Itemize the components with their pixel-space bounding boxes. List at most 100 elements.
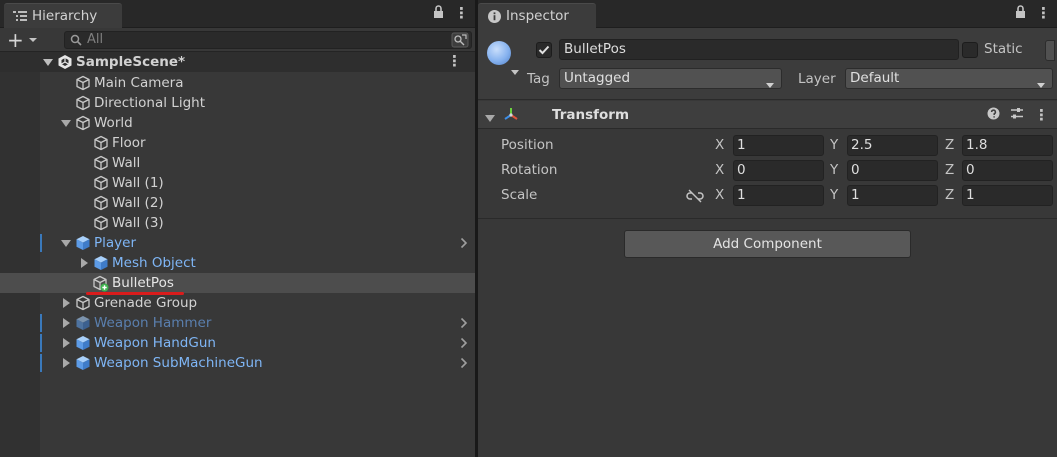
add-component-button[interactable]: Add Component [624,230,911,258]
list-item[interactable]: Weapon HandGun [0,333,475,353]
list-item[interactable]: Wall (2) [0,193,475,213]
gameobject-cube-icon [74,75,91,92]
rotation-label[interactable]: Rotation [501,162,557,178]
expand-arrow-icon[interactable] [60,297,72,309]
prefab-cube-icon [74,235,91,252]
expand-arrow-icon[interactable] [60,317,72,329]
foldout-arrow-icon[interactable] [485,111,495,127]
expand-arrow-icon[interactable] [60,237,72,249]
hierarchy-tree: SampleScene* ⋮ Main Camera Directional L… [0,52,475,457]
rotation-y-field[interactable]: 0 [847,160,938,181]
list-item[interactable]: Weapon Hammer [0,313,475,333]
tab-inspector[interactable]: Inspector [478,3,596,28]
rotation-z-field[interactable]: 0 [962,160,1053,181]
hierarchy-menu-icon[interactable]: ⋮ [454,6,469,21]
tag-dropdown[interactable]: Untagged [559,68,782,89]
axis-z-label[interactable]: Z [945,187,954,203]
axis-x-label[interactable]: X [715,137,724,153]
item-label: Mesh Object [112,255,196,271]
axis-z-label[interactable]: Z [945,162,954,178]
tag-value: Untagged [564,70,631,86]
axis-y-label[interactable]: Y [830,187,838,203]
list-item[interactable]: Grenade Group [0,293,475,313]
scale-label[interactable]: Scale [501,187,537,203]
search-placeholder: All [87,32,104,47]
axis-x-label[interactable]: X [715,187,724,203]
axis-y-label[interactable]: Y [830,137,838,153]
axis-z-label[interactable]: Z [945,137,954,153]
list-item[interactable]: Wall (3) [0,213,475,233]
tab-hierarchy[interactable]: Hierarchy [4,3,122,28]
lock-icon[interactable] [1015,5,1026,22]
position-y-field[interactable]: 2.5 [847,135,938,156]
rotation-row: Rotation X 0 Y 0 Z 0 [478,159,1057,183]
list-item[interactable]: Floor [0,133,475,153]
list-item[interactable]: Weapon SubMachineGun [0,353,475,373]
item-label: Wall [112,155,141,171]
axis-x-label[interactable]: X [715,162,724,178]
scale-y-field[interactable]: 1 [847,185,938,206]
active-checkbox[interactable] [536,42,552,58]
component-menu-icon[interactable]: ⋮ [1034,108,1049,123]
item-label: Wall (2) [112,195,164,211]
position-label[interactable]: Position [501,137,554,153]
item-label: Floor [112,135,146,151]
prefab-override-marker [40,354,42,372]
expand-arrow-icon[interactable] [60,337,72,349]
search-by-type-icon[interactable] [451,32,469,48]
constrain-proportions-icon[interactable] [686,189,704,207]
chevron-down-icon [1036,76,1046,95]
list-item[interactable]: World [0,113,475,133]
position-z-field[interactable]: 1.8 [962,135,1053,156]
list-item[interactable]: Mesh Object [0,253,475,273]
list-item[interactable]: Wall (1) [0,173,475,193]
create-button[interactable]: + [7,30,41,50]
expand-arrow-icon[interactable] [42,56,54,68]
object-name-field[interactable]: BulletPos [559,39,959,60]
search-input[interactable]: All [64,31,472,49]
item-label: Main Camera [94,75,184,91]
help-icon[interactable] [987,107,1000,124]
list-item[interactable]: Directional Light [0,93,475,113]
transform-icon [502,106,520,128]
search-icon [70,34,82,50]
scale-x-field[interactable]: 1 [733,185,824,206]
expand-arrow-icon[interactable] [60,357,72,369]
item-label: World [94,115,133,131]
static-dropdown[interactable] [1045,40,1055,61]
chevron-right-icon[interactable] [460,357,468,373]
list-item[interactable]: Player [0,233,475,253]
tab-hierarchy-label: Hierarchy [32,8,98,24]
axis-y-label[interactable]: Y [830,162,838,178]
scale-z-field[interactable]: 1 [962,185,1053,206]
chevron-down-icon [28,38,37,42]
position-x-field[interactable]: 1 [733,135,824,156]
list-item[interactable]: Wall [0,153,475,173]
rotation-x-field[interactable]: 0 [733,160,824,181]
gameobject-cube-icon [92,135,109,152]
prefab-cube-icon [74,315,91,332]
lock-icon[interactable] [433,5,444,22]
scene-row[interactable]: SampleScene* ⋮ [0,52,475,72]
expand-arrow-icon[interactable] [78,257,90,269]
chevron-right-icon[interactable] [460,237,468,253]
presets-icon[interactable] [1010,107,1024,124]
chevron-right-icon[interactable] [460,337,468,353]
expand-arrow-icon[interactable] [60,117,72,129]
gameobject-header: BulletPos Static Tag Untagged Layer Defa… [478,28,1057,100]
scale-row: Scale X 1 Y 1 Z 1 [478,184,1057,208]
layer-dropdown[interactable]: Default [845,68,1053,89]
transform-header[interactable]: Transform ⋮ [478,101,1057,129]
list-item[interactable]: Main Camera [0,73,475,93]
inspector-panel: Inspector ⋮ BulletPos Static Tag Untagge… [478,0,1057,457]
gameobject-sphere-icon[interactable] [487,41,511,65]
check-icon [538,45,550,55]
inspector-tabbar: Inspector ⋮ [478,0,1057,28]
item-label: Wall (1) [112,175,164,191]
scene-menu-icon[interactable]: ⋮ [447,54,462,69]
list-item-selected[interactable]: BulletPos [0,273,475,293]
static-checkbox[interactable] [962,42,978,58]
icon-dropdown-icon[interactable] [510,64,520,80]
chevron-right-icon[interactable] [460,317,468,333]
inspector-menu-icon[interactable]: ⋮ [1036,6,1051,21]
